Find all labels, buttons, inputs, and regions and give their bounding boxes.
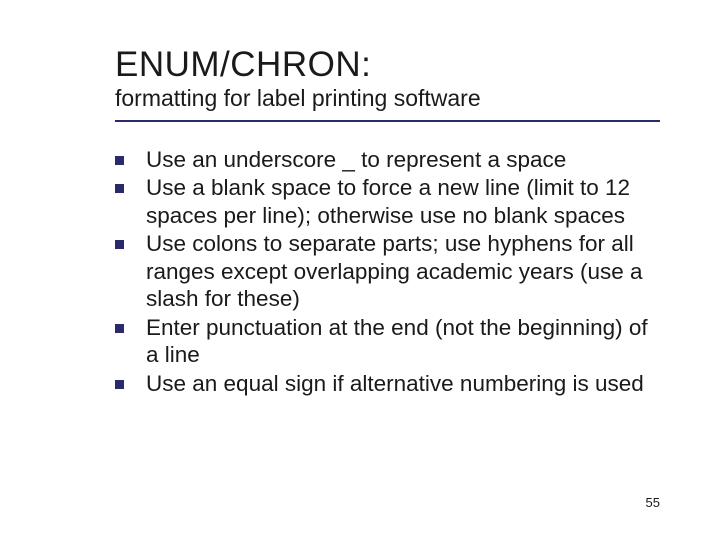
bullet-icon	[115, 324, 124, 333]
list-item: Use an equal sign if alternative numberi…	[115, 370, 660, 397]
title-underline	[115, 120, 660, 122]
bullet-icon	[115, 156, 124, 165]
slide-title: ENUM/CHRON:	[115, 45, 660, 85]
list-item: Use colons to separate parts; use hyphen…	[115, 230, 660, 312]
bullet-text: Use an equal sign if alternative numberi…	[146, 370, 644, 397]
bullet-list: Use an underscore _ to represent a space…	[115, 146, 660, 397]
bullet-icon	[115, 184, 124, 193]
slide-subtitle: formatting for label printing software	[115, 85, 660, 112]
bullet-text: Enter punctuation at the end (not the be…	[146, 314, 660, 369]
page-number: 55	[646, 495, 660, 510]
bullet-icon	[115, 380, 124, 389]
bullet-text: Use colons to separate parts; use hyphen…	[146, 230, 660, 312]
slide-container: ENUM/CHRON: formatting for label printin…	[0, 0, 720, 540]
list-item: Use a blank space to force a new line (l…	[115, 174, 660, 229]
bullet-text: Use an underscore _ to represent a space	[146, 146, 566, 173]
bullet-text: Use a blank space to force a new line (l…	[146, 174, 660, 229]
bullet-icon	[115, 240, 124, 249]
list-item: Enter punctuation at the end (not the be…	[115, 314, 660, 369]
list-item: Use an underscore _ to represent a space	[115, 146, 660, 173]
